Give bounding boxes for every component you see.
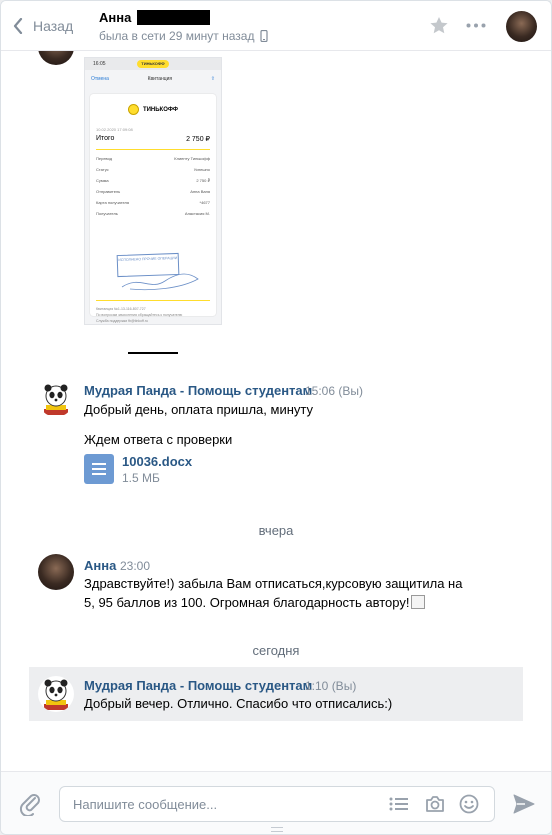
receipt-row-value: 2 750 ₽ bbox=[196, 178, 210, 183]
panda-avatar-icon bbox=[44, 679, 68, 710]
receipt-brand: ТИНЬКОФФ bbox=[142, 106, 179, 113]
redacted-surname bbox=[137, 10, 211, 25]
receipt-image[interactable]: 16:05 ТИНЬКОФФ Отмена Квитанция ⇪ ТИНЬКО… bbox=[84, 57, 222, 325]
receipt-row: Получатель Анастасия М. bbox=[96, 211, 210, 216]
receipt-row: Отправитель Анна Ваня bbox=[96, 189, 210, 194]
message-text: Добрый вечер. Отлично. Спасибо что отпис… bbox=[84, 696, 393, 711]
attach-icon[interactable] bbox=[19, 792, 41, 816]
peer-name-text: Анна bbox=[99, 10, 132, 25]
receipt-total-value: 2 750 ₽ bbox=[186, 136, 210, 143]
message-time[interactable]: 15:06 (Вы) bbox=[305, 384, 363, 398]
message-item: Мудрая Панда - Помощь студентам 1:10 (Вы… bbox=[29, 667, 523, 721]
date-separator: сегодня bbox=[252, 643, 300, 658]
peer-status-text: была в сети 29 минут назад bbox=[99, 29, 255, 43]
message-author[interactable]: Мудрая Панда - Помощь студентам bbox=[84, 383, 312, 398]
avatar[interactable] bbox=[38, 381, 74, 417]
message-text: Добрый день, оплата пришла, минуту bbox=[84, 402, 313, 417]
receipt-row-value: *4677 bbox=[199, 200, 210, 205]
message-item: Мудрая Панда - Помощь студентам 15:06 (В… bbox=[1, 373, 551, 493]
resize-handle[interactable] bbox=[271, 827, 283, 832]
receipt-row-value: Клиенту Тинькофф bbox=[174, 156, 210, 161]
receipt-nav-left: Отмена bbox=[91, 76, 109, 82]
message-composer: Напишите сообщение... bbox=[1, 771, 551, 834]
receipt-footer-line: Служба поддержки fb@tinkoff.ru bbox=[96, 319, 148, 323]
message-author[interactable]: Анна bbox=[84, 558, 116, 573]
star-icon[interactable] bbox=[429, 16, 449, 35]
receipt-logo: ТИНЬКОФФ bbox=[96, 104, 210, 115]
signature-icon bbox=[121, 273, 199, 291]
receipt-row-key: Сумма bbox=[96, 178, 109, 183]
receipt-card: ТИНЬКОФФ 10.02.2020 17:09:08 Итого 2 750… bbox=[90, 94, 216, 323]
message-text: Здравствуйте!) забыла Вам отписаться,кур… bbox=[84, 576, 463, 591]
list-icon[interactable] bbox=[389, 797, 409, 811]
document-info: 10036.docx 1.5 МБ bbox=[114, 454, 192, 485]
receipt-row: Перевод Клиенту Тинькофф bbox=[96, 156, 210, 161]
more-icon[interactable] bbox=[466, 23, 486, 28]
divider-line bbox=[128, 352, 178, 354]
receipt-pill: ТИНЬКОФФ bbox=[137, 60, 169, 68]
receipt-row-value: Анна Ваня bbox=[190, 189, 210, 194]
back-button[interactable]: Назад bbox=[13, 15, 73, 37]
document-name[interactable]: 10036.docx bbox=[122, 454, 192, 469]
receipt-nav: Отмена Квитанция ⇪ bbox=[85, 70, 221, 88]
smile-icon[interactable] bbox=[459, 794, 479, 814]
message-text: 5, 95 баллов из 100. Огромная благодарно… bbox=[84, 595, 410, 610]
peer-name[interactable]: Анна bbox=[99, 10, 211, 25]
receipt-footer: Квитанция №1-13-116-807-727 По вопросам … bbox=[96, 306, 182, 324]
receipt-status-bar: 16:05 ТИНЬКОФФ bbox=[85, 58, 221, 70]
message-item: Анна 23:00 Здравствуйте!) забыла Вам отп… bbox=[1, 549, 551, 619]
document-icon bbox=[84, 454, 114, 484]
send-icon[interactable] bbox=[513, 794, 535, 814]
message-author[interactable]: Мудрая Панда - Помощь студентам bbox=[84, 678, 312, 693]
receipt-status-time: 16:05 bbox=[93, 61, 106, 67]
peer-status: была в сети 29 минут назад bbox=[99, 29, 269, 43]
receipt-date: 10.02.2020 17:09:08 bbox=[96, 127, 133, 132]
avatar[interactable] bbox=[38, 554, 74, 590]
broken-image-icon bbox=[411, 595, 426, 609]
receipt-row: Карта получателя *4677 bbox=[96, 200, 210, 205]
receipt-row-key: Статус bbox=[96, 167, 109, 172]
receipt-row-key: Получатель bbox=[96, 211, 118, 216]
date-separator: вчера bbox=[258, 523, 294, 538]
receipt-row-key: Отправитель bbox=[96, 189, 121, 194]
tinkoff-logo-icon bbox=[127, 104, 139, 115]
peer-avatar[interactable] bbox=[506, 11, 537, 42]
receipt-row: Сумма 2 750 ₽ bbox=[96, 178, 210, 183]
receipt-nav-title: Квитанция bbox=[147, 76, 173, 82]
message-text: Ждем ответа с проверки bbox=[84, 432, 233, 447]
back-label: Назад bbox=[33, 18, 74, 34]
document-attachment[interactable]: 10036.docx 1.5 МБ bbox=[84, 454, 192, 485]
receipt-row: Статус Успешно bbox=[96, 167, 210, 172]
avatar[interactable] bbox=[38, 51, 74, 65]
receipt-row-value: Анастасия М. bbox=[184, 211, 210, 216]
receipt-total-label: Итого bbox=[96, 135, 115, 142]
share-icon: ⇪ bbox=[210, 76, 215, 82]
panda-avatar-icon bbox=[44, 384, 68, 415]
receipt-row-value: Успешно bbox=[193, 167, 210, 172]
receipt-divider bbox=[96, 300, 210, 301]
message-time[interactable]: 1:10 (Вы) bbox=[305, 679, 356, 693]
message-time[interactable]: 23:00 bbox=[120, 559, 150, 573]
chat-header: Назад Анна была в сети 29 минут назад bbox=[1, 1, 551, 51]
receipt-row-key: Перевод bbox=[96, 156, 113, 161]
avatar[interactable] bbox=[38, 676, 74, 712]
message-history: 16:05 ТИНЬКОФФ Отмена Квитанция ⇪ ТИНЬКО… bbox=[1, 51, 551, 771]
message-text-line-2: 5, 95 баллов из 100. Огромная благодарно… bbox=[84, 593, 426, 612]
message-input-placeholder: Напишите сообщение... bbox=[73, 797, 218, 812]
chevron-left-icon bbox=[13, 18, 23, 34]
receipt-row-key: Карта получателя bbox=[96, 200, 130, 205]
camera-icon[interactable] bbox=[425, 795, 445, 813]
receipt-divider bbox=[96, 149, 210, 150]
receipt-total: Итого 2 750 ₽ bbox=[96, 135, 210, 143]
phone-icon bbox=[260, 30, 269, 42]
chat-window: Назад Анна была в сети 29 минут назад 16… bbox=[0, 0, 552, 835]
document-size: 1.5 МБ bbox=[122, 471, 160, 485]
